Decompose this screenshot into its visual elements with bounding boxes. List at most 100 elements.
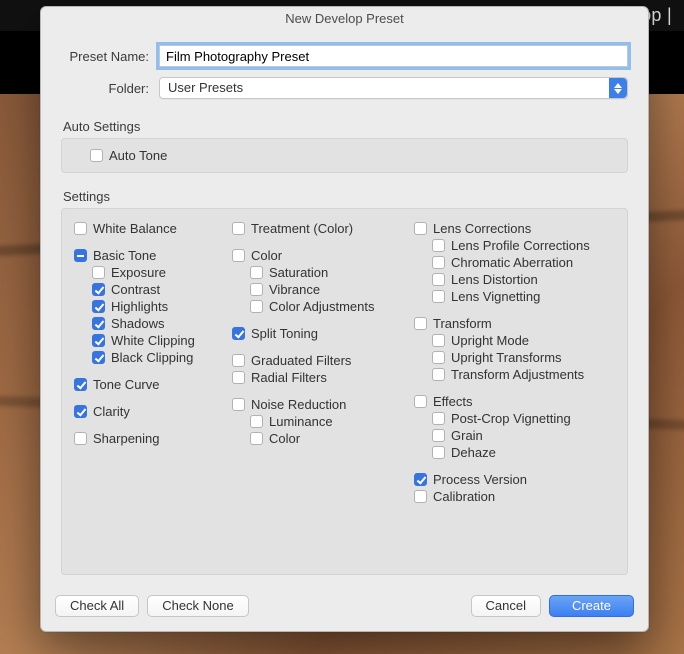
- color-adjustments-checkbox-input[interactable]: [250, 300, 263, 313]
- upright-transforms-label: Upright Transforms: [451, 350, 562, 365]
- treatment-color-checkbox-input[interactable]: [232, 222, 245, 235]
- contrast-checkbox[interactable]: Contrast: [92, 282, 232, 297]
- auto-tone-checkbox-input[interactable]: [90, 149, 103, 162]
- effects-checkbox-input[interactable]: [414, 395, 427, 408]
- vibrance-checkbox[interactable]: Vibrance: [250, 282, 414, 297]
- treatment-color-checkbox[interactable]: Treatment (Color): [232, 221, 414, 236]
- white-balance-checkbox[interactable]: White Balance: [74, 221, 232, 236]
- luminance-checkbox-input[interactable]: [250, 415, 263, 428]
- color-checkbox[interactable]: Color: [232, 248, 414, 263]
- post-crop-vignetting-checkbox[interactable]: Post-Crop Vignetting: [432, 411, 615, 426]
- clarity-label: Clarity: [93, 404, 130, 419]
- highlights-checkbox-input[interactable]: [92, 300, 105, 313]
- lens-corrections-checkbox[interactable]: Lens Corrections: [414, 221, 615, 236]
- create-button[interactable]: Create: [549, 595, 634, 617]
- folder-select[interactable]: User Presets: [159, 77, 628, 99]
- lens-distortion-checkbox-input[interactable]: [432, 273, 445, 286]
- radial-filters-label: Radial Filters: [251, 370, 327, 385]
- radial-filters-checkbox-input[interactable]: [232, 371, 245, 384]
- check-none-button[interactable]: Check None: [147, 595, 249, 617]
- graduated-filters-checkbox[interactable]: Graduated Filters: [232, 353, 414, 368]
- graduated-filters-checkbox-input[interactable]: [232, 354, 245, 367]
- tone-curve-checkbox[interactable]: Tone Curve: [74, 377, 232, 392]
- dehaze-checkbox[interactable]: Dehaze: [432, 445, 615, 460]
- noise-reduction-label: Noise Reduction: [251, 397, 346, 412]
- color-checkbox-input[interactable]: [232, 249, 245, 262]
- auto-tone-checkbox[interactable]: Auto Tone: [90, 148, 617, 163]
- upright-mode-checkbox-input[interactable]: [432, 334, 445, 347]
- color-checkbox[interactable]: Color: [250, 431, 414, 446]
- process-version-checkbox[interactable]: Process Version: [414, 472, 615, 487]
- vibrance-checkbox-input[interactable]: [250, 283, 263, 296]
- highlights-checkbox[interactable]: Highlights: [92, 299, 232, 314]
- black-clipping-checkbox-input[interactable]: [92, 351, 105, 364]
- lens-vignetting-checkbox[interactable]: Lens Vignetting: [432, 289, 615, 304]
- sharpening-checkbox[interactable]: Sharpening: [74, 431, 232, 446]
- transform-checkbox-input[interactable]: [414, 317, 427, 330]
- exposure-checkbox[interactable]: Exposure: [92, 265, 232, 280]
- basic-tone-checkbox-input[interactable]: [74, 249, 87, 262]
- white-balance-checkbox-input[interactable]: [74, 222, 87, 235]
- auto-settings-section-label: Auto Settings: [63, 119, 628, 134]
- contrast-checkbox-input[interactable]: [92, 283, 105, 296]
- calibration-checkbox[interactable]: Calibration: [414, 489, 615, 504]
- white-clipping-checkbox[interactable]: White Clipping: [92, 333, 232, 348]
- calibration-label: Calibration: [433, 489, 495, 504]
- lens-vignetting-checkbox-input[interactable]: [432, 290, 445, 303]
- color-checkbox-input[interactable]: [250, 432, 263, 445]
- exposure-label: Exposure: [111, 265, 166, 280]
- split-toning-checkbox-input[interactable]: [232, 327, 245, 340]
- effects-checkbox[interactable]: Effects: [414, 394, 615, 409]
- upright-transforms-checkbox[interactable]: Upright Transforms: [432, 350, 615, 365]
- tone-curve-checkbox-input[interactable]: [74, 378, 87, 391]
- calibration-checkbox-input[interactable]: [414, 490, 427, 503]
- white-clipping-checkbox-input[interactable]: [92, 334, 105, 347]
- color-adjustments-checkbox[interactable]: Color Adjustments: [250, 299, 414, 314]
- dehaze-checkbox-input[interactable]: [432, 446, 445, 459]
- chromatic-aberration-checkbox-input[interactable]: [432, 256, 445, 269]
- lens-profile-corrections-checkbox-input[interactable]: [432, 239, 445, 252]
- grain-checkbox-input[interactable]: [432, 429, 445, 442]
- color-label: Color: [251, 248, 282, 263]
- saturation-checkbox[interactable]: Saturation: [250, 265, 414, 280]
- transform-adjustments-checkbox[interactable]: Transform Adjustments: [432, 367, 615, 382]
- check-all-button[interactable]: Check All: [55, 595, 139, 617]
- process-version-checkbox-input[interactable]: [414, 473, 427, 486]
- transform-adjustments-checkbox-input[interactable]: [432, 368, 445, 381]
- lens-corrections-checkbox-input[interactable]: [414, 222, 427, 235]
- clarity-checkbox[interactable]: Clarity: [74, 404, 232, 419]
- chromatic-aberration-label: Chromatic Aberration: [451, 255, 573, 270]
- split-toning-checkbox[interactable]: Split Toning: [232, 326, 414, 341]
- split-toning-label: Split Toning: [251, 326, 318, 341]
- saturation-checkbox-input[interactable]: [250, 266, 263, 279]
- black-clipping-checkbox[interactable]: Black Clipping: [92, 350, 232, 365]
- sharpening-checkbox-input[interactable]: [74, 432, 87, 445]
- chromatic-aberration-checkbox[interactable]: Chromatic Aberration: [432, 255, 615, 270]
- clarity-checkbox-input[interactable]: [74, 405, 87, 418]
- vibrance-label: Vibrance: [269, 282, 320, 297]
- upright-mode-checkbox[interactable]: Upright Mode: [432, 333, 615, 348]
- transform-label: Transform: [433, 316, 492, 331]
- post-crop-vignetting-checkbox-input[interactable]: [432, 412, 445, 425]
- post-crop-vignetting-label: Post-Crop Vignetting: [451, 411, 571, 426]
- preset-name-input[interactable]: [159, 45, 628, 67]
- luminance-checkbox[interactable]: Luminance: [250, 414, 414, 429]
- basic-tone-checkbox[interactable]: Basic Tone: [74, 248, 232, 263]
- radial-filters-checkbox[interactable]: Radial Filters: [232, 370, 414, 385]
- folder-label: Folder:: [61, 81, 149, 96]
- upright-transforms-checkbox-input[interactable]: [432, 351, 445, 364]
- shadows-label: Shadows: [111, 316, 164, 331]
- settings-col-3: Lens Corrections Lens Profile Corrections…: [414, 221, 615, 560]
- transform-checkbox[interactable]: Transform: [414, 316, 615, 331]
- lens-distortion-checkbox[interactable]: Lens Distortion: [432, 272, 615, 287]
- exposure-checkbox-input[interactable]: [92, 266, 105, 279]
- noise-reduction-checkbox[interactable]: Noise Reduction: [232, 397, 414, 412]
- shadows-checkbox-input[interactable]: [92, 317, 105, 330]
- noise-reduction-checkbox-input[interactable]: [232, 398, 245, 411]
- highlights-label: Highlights: [111, 299, 168, 314]
- chevron-updown-icon: [609, 78, 627, 98]
- cancel-button[interactable]: Cancel: [471, 595, 541, 617]
- grain-checkbox[interactable]: Grain: [432, 428, 615, 443]
- lens-profile-corrections-checkbox[interactable]: Lens Profile Corrections: [432, 238, 615, 253]
- shadows-checkbox[interactable]: Shadows: [92, 316, 232, 331]
